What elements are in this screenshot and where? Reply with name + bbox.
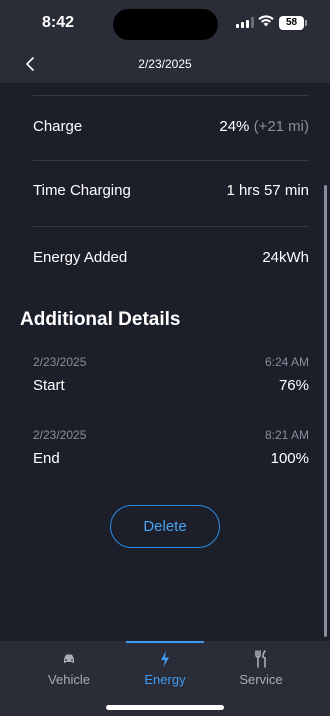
nav-bar: 2/23/2025 bbox=[0, 48, 330, 83]
status-bar: 8:42 58 bbox=[0, 0, 330, 48]
start-meta: 2/23/2025 6:24 AM bbox=[33, 355, 309, 369]
end-meta: 2/23/2025 8:21 AM bbox=[33, 428, 309, 442]
status-time: 8:42 bbox=[42, 14, 75, 31]
tab-energy-label: Energy bbox=[144, 672, 186, 687]
lightning-icon bbox=[161, 651, 169, 667]
time-charging-row: Time Charging 1 hrs 57 min bbox=[33, 182, 309, 199]
tab-vehicle-label: Vehicle bbox=[48, 672, 90, 687]
tab-service[interactable]: Service bbox=[206, 641, 316, 701]
section-title: Additional Details bbox=[20, 309, 181, 330]
signal-icon bbox=[236, 17, 254, 28]
page-title: 2/23/2025 bbox=[138, 57, 192, 71]
tab-vehicle[interactable]: Vehicle bbox=[14, 641, 124, 701]
divider bbox=[33, 160, 309, 161]
charge-value-group: 24% (+21 mi) bbox=[219, 118, 309, 135]
charge-row: Charge 24% (+21 mi) bbox=[33, 118, 309, 135]
start-value: 76% bbox=[278, 377, 309, 394]
divider bbox=[33, 95, 309, 96]
energy-added-row: Energy Added 24kWh bbox=[33, 249, 309, 266]
end-value: 100% bbox=[270, 450, 309, 467]
divider bbox=[33, 226, 309, 227]
scrollbar[interactable] bbox=[324, 185, 327, 637]
start-date: 2/23/2025 bbox=[33, 355, 87, 369]
tab-energy[interactable]: Energy bbox=[110, 641, 220, 701]
car-icon bbox=[64, 654, 74, 663]
dynamic-island bbox=[113, 9, 218, 40]
start-row: Start 76% bbox=[33, 377, 309, 394]
wifi-icon bbox=[258, 15, 274, 27]
tab-service-label: Service bbox=[239, 672, 283, 687]
tools-icon bbox=[255, 650, 266, 668]
charge-value: 24% bbox=[219, 118, 250, 135]
start-label: Start bbox=[33, 377, 65, 394]
charge-label: Charge bbox=[33, 118, 83, 135]
end-date: 2/23/2025 bbox=[33, 428, 87, 442]
start-time: 6:24 AM bbox=[264, 355, 309, 369]
energy-added-value: 24kWh bbox=[262, 249, 309, 266]
home-indicator bbox=[106, 705, 224, 710]
charge-range-added: (+21 mi) bbox=[253, 118, 309, 135]
time-charging-value: 1 hrs 57 min bbox=[226, 182, 309, 199]
time-charging-label: Time Charging bbox=[33, 182, 131, 199]
end-time: 8:21 AM bbox=[264, 428, 309, 442]
end-label: End bbox=[33, 450, 60, 467]
delete-button[interactable]: Delete bbox=[110, 505, 220, 548]
battery-icon: 58 bbox=[279, 16, 307, 30]
end-row: End 100% bbox=[33, 450, 309, 467]
charge-details-content[interactable]: Charge 24% (+21 mi) Time Charging 1 hrs … bbox=[0, 83, 330, 641]
energy-added-label: Energy Added bbox=[33, 249, 128, 266]
